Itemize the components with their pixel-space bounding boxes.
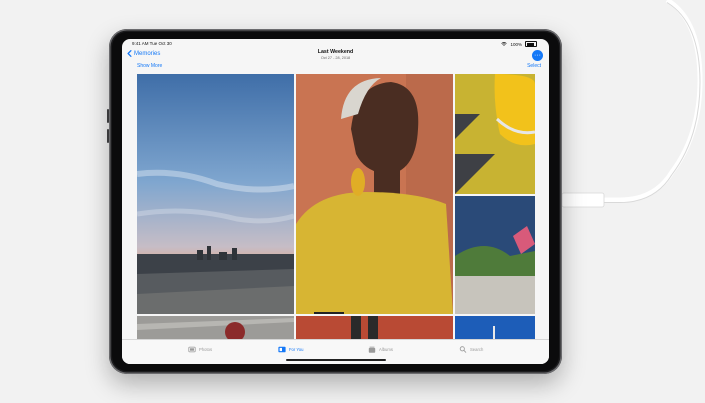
tab-albums[interactable]: Albums bbox=[368, 346, 393, 353]
yellow-car-image bbox=[455, 74, 535, 194]
ipad-device: 9:41 AM Tue Oct 30 100% Memories Last We… bbox=[107, 29, 562, 374]
status-bar: 9:41 AM Tue Oct 30 100% bbox=[122, 39, 549, 48]
more-button[interactable]: ··· bbox=[532, 50, 543, 61]
section-toolbar: Show More Select bbox=[122, 63, 549, 71]
wifi-icon bbox=[501, 42, 508, 46]
tab-label: For You bbox=[289, 347, 304, 352]
search-icon bbox=[459, 346, 467, 353]
blue-wall-image bbox=[455, 196, 535, 314]
nav-bar: Memories Last Weekend Oct 27 - 28, 2018 … bbox=[122, 48, 549, 62]
show-more-link[interactable]: Show More bbox=[137, 63, 162, 69]
for-you-icon bbox=[278, 346, 286, 353]
page-title: Last Weekend bbox=[317, 49, 354, 55]
rooftop-image bbox=[137, 316, 294, 340]
battery-percent: 100% bbox=[510, 41, 522, 47]
tab-photos[interactable]: Photos bbox=[188, 346, 212, 353]
tab-for-you[interactable]: For You bbox=[278, 346, 303, 353]
ellipsis-icon: ··· bbox=[534, 52, 541, 59]
tab-label: Photos bbox=[199, 347, 213, 352]
status-time: 9:41 AM Tue Oct 30 bbox=[132, 41, 172, 46]
photo-woman-portrait[interactable] bbox=[296, 74, 453, 314]
photo-blue-sky[interactable] bbox=[455, 316, 535, 340]
page-subtitle: Oct 27 - 28, 2018 bbox=[320, 56, 351, 60]
volume-button bbox=[107, 129, 109, 143]
portrait-image bbox=[296, 74, 453, 314]
tab-bar: Photos For You Albums Search bbox=[122, 339, 549, 364]
photo-red-brick[interactable] bbox=[296, 316, 453, 340]
tab-label: Search bbox=[470, 347, 484, 352]
tab-label: Albums bbox=[379, 347, 393, 352]
albums-icon bbox=[368, 346, 376, 353]
red-brick-image bbox=[296, 316, 453, 340]
blue-sky-image bbox=[455, 316, 535, 340]
photo-city-skyline[interactable] bbox=[137, 74, 294, 314]
volume-button bbox=[107, 109, 109, 123]
tab-search[interactable]: Search bbox=[459, 346, 483, 353]
ipad-screen: 9:41 AM Tue Oct 30 100% Memories Last We… bbox=[122, 39, 549, 364]
battery-icon bbox=[525, 41, 537, 47]
photo-blue-wall[interactable] bbox=[455, 196, 535, 314]
select-button[interactable]: Select bbox=[527, 63, 541, 69]
photo-yellow-car[interactable] bbox=[455, 74, 535, 194]
photo-rooftop-person[interactable] bbox=[137, 316, 294, 340]
photo-grid bbox=[137, 74, 535, 340]
city-skyline-image bbox=[137, 74, 294, 314]
home-indicator[interactable] bbox=[285, 359, 386, 361]
photos-icon bbox=[188, 346, 196, 353]
